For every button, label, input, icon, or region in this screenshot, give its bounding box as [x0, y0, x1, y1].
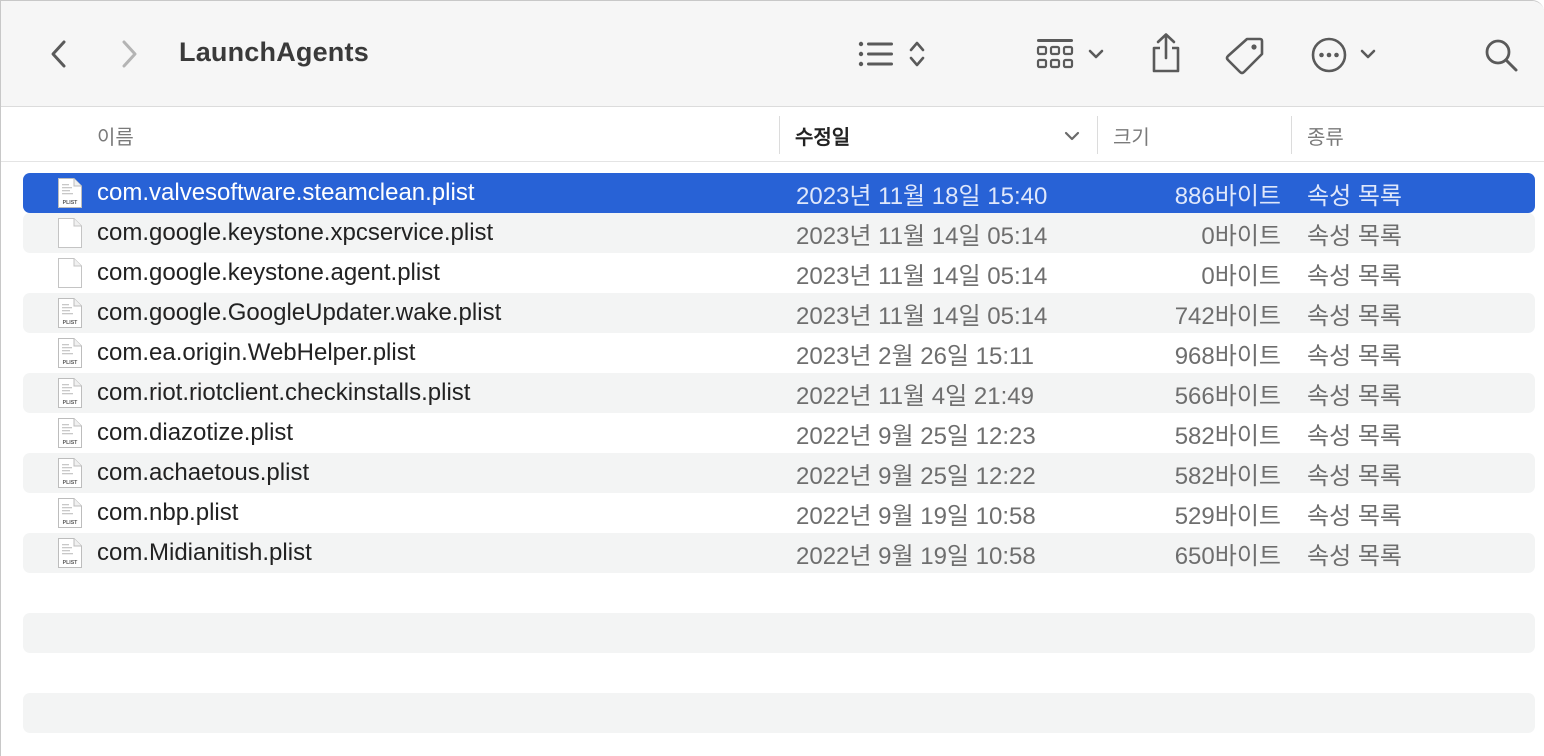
- window-title: LaunchAgents: [179, 37, 369, 67]
- share-icon[interactable]: [1147, 31, 1185, 75]
- file-kind: 속성 목록: [1307, 182, 1402, 210]
- file-name: com.Midianitish.plist: [97, 539, 312, 566]
- file-icon-label: PLIST: [63, 360, 79, 366]
- file-row[interactable]: PLIST com.google.GoogleUpdater.wake.plist…: [23, 293, 1535, 333]
- file-row[interactable]: PLIST com.achaetous.plist 2022년 9월 25일 12:…: [23, 453, 1535, 493]
- sort-chevron-down-icon[interactable]: [1061, 125, 1083, 147]
- plist-file-icon: PLIST: [57, 497, 83, 529]
- file-date: 2023년 11월 18일 15:40: [796, 182, 1048, 210]
- file-name: com.achaetous.plist: [97, 459, 310, 486]
- search-icon[interactable]: [1481, 35, 1521, 75]
- empty-row: [23, 613, 1535, 653]
- file-row[interactable]: PLIST com.riot.riotclient.checkinstalls.p…: [23, 373, 1535, 413]
- file-name: com.google.keystone.agent.plist: [97, 259, 440, 286]
- plist-file-icon: PLIST: [57, 377, 83, 409]
- file-date: 2023년 11월 14일 05:14: [796, 302, 1048, 330]
- plist-file-icon: PLIST: [57, 537, 83, 569]
- file-size: 742바이트: [1174, 302, 1281, 330]
- file-date: 2022년 9월 25일 12:23: [796, 422, 1036, 450]
- file-icon-label: PLIST: [63, 200, 79, 206]
- plist-file-icon: PLIST: [57, 337, 83, 369]
- column-separator[interactable]: [1291, 116, 1292, 154]
- blank-file-icon: [57, 217, 83, 249]
- chevron-left-icon[interactable]: [41, 35, 77, 73]
- chevron-down-icon[interactable]: [1357, 43, 1379, 65]
- file-kind: 속성 목록: [1307, 262, 1402, 290]
- plist-file-icon: PLIST: [57, 297, 83, 329]
- column-name[interactable]: 이름: [97, 108, 134, 162]
- file-name: com.ea.origin.WebHelper.plist: [97, 339, 416, 366]
- column-date[interactable]: 수정일: [795, 108, 850, 162]
- column-header: 이름 수정일 크기 종류: [1, 108, 1544, 162]
- file-date: 2023년 11월 14일 05:14: [796, 262, 1048, 290]
- file-date: 2022년 9월 19일 10:58: [796, 502, 1036, 530]
- file-size: 582바이트: [1174, 422, 1281, 450]
- blank-file-icon: [57, 257, 83, 289]
- finder-window: LaunchAgents 이름 수정일 크기 종류 PLIST com.valv…: [0, 0, 1544, 756]
- file-date: 2022년 11월 4일 21:49: [796, 382, 1034, 410]
- file-kind: 속성 목록: [1307, 342, 1402, 370]
- file-icon-label: PLIST: [63, 480, 79, 486]
- file-row[interactable]: PLIST com.Midianitish.plist 2022년 9월 19일 1…: [23, 533, 1535, 573]
- file-date: 2022년 9월 25일 12:22: [796, 462, 1036, 490]
- file-date: 2023년 2월 26일 15:11: [796, 342, 1034, 370]
- file-size: 968바이트: [1174, 342, 1281, 370]
- file-size: 529바이트: [1174, 502, 1281, 530]
- file-kind: 속성 목록: [1307, 382, 1402, 410]
- plist-file-icon: PLIST: [57, 177, 83, 209]
- file-name: com.valvesoftware.steamclean.plist: [97, 179, 475, 206]
- empty-row: [23, 693, 1535, 733]
- chevron-down-icon[interactable]: [1085, 43, 1107, 65]
- file-size: 566바이트: [1174, 382, 1281, 410]
- tag-icon[interactable]: [1223, 33, 1267, 77]
- file-icon-label: PLIST: [63, 320, 79, 326]
- file-kind: 속성 목록: [1307, 542, 1402, 570]
- file-icon-label: PLIST: [63, 560, 79, 566]
- sort-updown-icon[interactable]: [905, 37, 929, 71]
- file-icon-label: PLIST: [63, 440, 79, 446]
- toolbar: LaunchAgents: [1, 1, 1544, 107]
- file-kind: 속성 목록: [1307, 302, 1402, 330]
- file-kind: 속성 목록: [1307, 222, 1402, 250]
- file-kind: 속성 목록: [1307, 502, 1402, 530]
- file-size: 582바이트: [1174, 462, 1281, 490]
- file-size: 886바이트: [1174, 182, 1281, 210]
- plist-file-icon: PLIST: [57, 417, 83, 449]
- file-row[interactable]: PLIST com.diazotize.plist 2022년 9월 25일 12:…: [23, 413, 1535, 453]
- file-row[interactable]: com.google.keystone.xpcservice.plist 2023…: [23, 213, 1535, 253]
- plist-file-icon: PLIST: [57, 457, 83, 489]
- file-size: 0바이트: [1201, 262, 1281, 290]
- file-kind: 속성 목록: [1307, 422, 1402, 450]
- file-name: com.google.keystone.xpcservice.plist: [97, 219, 494, 246]
- file-name: com.google.GoogleUpdater.wake.plist: [97, 299, 502, 326]
- file-list: PLIST com.valvesoftware.steamclean.plist 2…: [23, 173, 1535, 733]
- empty-row: [23, 573, 1535, 613]
- file-kind: 속성 목록: [1307, 462, 1402, 490]
- group-grid-icon[interactable]: [1033, 35, 1077, 73]
- column-size[interactable]: 크기: [1113, 108, 1150, 162]
- file-name: com.nbp.plist: [97, 499, 239, 526]
- column-separator[interactable]: [779, 116, 780, 154]
- file-icon-label: PLIST: [63, 520, 79, 526]
- file-row[interactable]: PLIST com.valvesoftware.steamclean.plist 2…: [23, 173, 1535, 213]
- empty-row: [23, 653, 1535, 693]
- file-icon-label: PLIST: [63, 400, 79, 406]
- column-kind[interactable]: 종류: [1307, 108, 1344, 162]
- file-date: 2022년 9월 19일 10:58: [796, 542, 1036, 570]
- file-row[interactable]: com.google.keystone.agent.plist 2023년 11월…: [23, 253, 1535, 293]
- file-size: 0바이트: [1201, 222, 1281, 250]
- file-row[interactable]: PLIST com.ea.origin.WebHelper.plist 2023년 …: [23, 333, 1535, 373]
- file-date: 2023년 11월 14일 05:14: [796, 222, 1048, 250]
- file-name: com.riot.riotclient.checkinstalls.plist: [97, 379, 471, 406]
- column-separator[interactable]: [1097, 116, 1098, 154]
- file-size: 650바이트: [1174, 542, 1281, 570]
- chevron-right-icon[interactable]: [111, 35, 147, 73]
- file-name: com.diazotize.plist: [97, 419, 294, 446]
- more-ellipsis-icon[interactable]: [1309, 35, 1349, 75]
- list-view-icon[interactable]: [855, 37, 897, 71]
- file-row[interactable]: PLIST com.nbp.plist 2022년 9월 19일 10:58 529바…: [23, 493, 1535, 533]
